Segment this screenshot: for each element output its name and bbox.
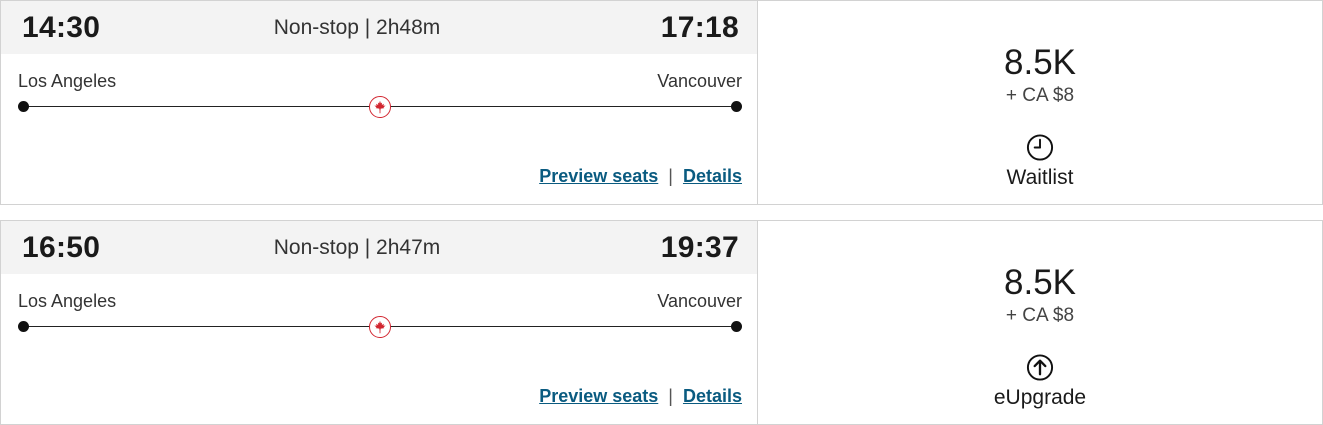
arrival-time: 17:18 <box>660 11 739 44</box>
flight-result-card[interactable]: 14:30 Non-stop | 2h48m 17:18 Los Angeles… <box>0 0 1323 205</box>
air-canada-leaf-icon <box>369 96 391 118</box>
points-price: 8.5K <box>1004 263 1076 302</box>
flight-duration: Non-stop | 2h48m <box>273 16 441 39</box>
cash-price: + CA $8 <box>1005 85 1075 106</box>
destination-dot <box>731 321 742 332</box>
preview-seats-link[interactable]: Preview seats <box>539 386 658 407</box>
cash-price: + CA $8 <box>1005 305 1075 326</box>
details-link[interactable]: Details <box>683 166 742 187</box>
fare-option-cell[interactable]: 8.5K + CA $8 Waitlist <box>758 1 1322 204</box>
origin-city: Los Angeles <box>18 291 117 311</box>
points-price: 8.5K <box>1004 43 1076 82</box>
origin-dot <box>18 101 29 112</box>
fare-status-label: Waitlist <box>1006 166 1074 189</box>
destination-dot <box>731 101 742 112</box>
link-separator: | <box>668 386 673 406</box>
flight-duration: Non-stop | 2h47m <box>273 236 441 259</box>
origin-dot <box>18 321 29 332</box>
flight-links: Preview seats | Details <box>539 386 742 407</box>
flight-itinerary-panel: 14:30 Non-stop | 2h48m 17:18 Los Angeles… <box>1 1 758 204</box>
link-separator: | <box>668 166 673 186</box>
flight-itinerary-panel: 16:50 Non-stop | 2h47m 19:37 Los Angeles… <box>1 221 758 424</box>
time-bar: 14:30 Non-stop | 2h48m 17:18 <box>1 1 757 54</box>
time-bar: 16:50 Non-stop | 2h47m 19:37 <box>1 221 757 274</box>
fare-option-cell[interactable]: 8.5K + CA $8 eUpgrade <box>758 221 1322 424</box>
flight-result-card[interactable]: 16:50 Non-stop | 2h47m 19:37 Los Angeles… <box>0 220 1323 425</box>
flight-links: Preview seats | Details <box>539 166 742 187</box>
upgrade-arrow-icon <box>1026 354 1054 381</box>
fare-status-label: eUpgrade <box>993 386 1087 409</box>
origin-city: Los Angeles <box>18 71 117 91</box>
clock-icon <box>1026 134 1054 161</box>
arrival-time: 19:37 <box>660 231 739 264</box>
preview-seats-link[interactable]: Preview seats <box>539 166 658 187</box>
destination-city: Vancouver <box>657 291 742 311</box>
destination-city: Vancouver <box>657 71 742 91</box>
air-canada-leaf-icon <box>369 316 391 338</box>
details-link[interactable]: Details <box>683 386 742 407</box>
